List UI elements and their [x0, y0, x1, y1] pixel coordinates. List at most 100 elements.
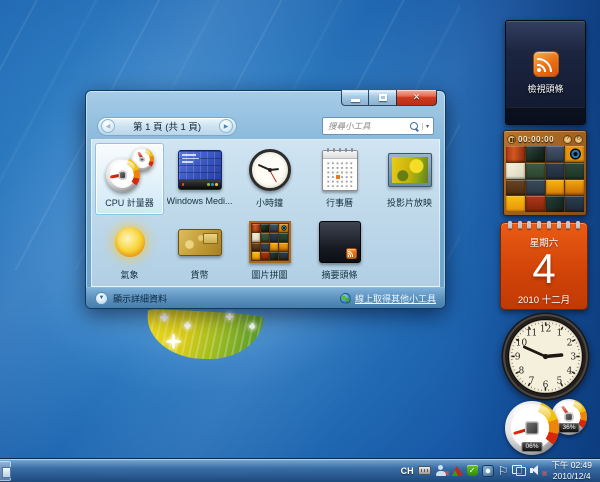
puzzle-tile[interactable] [526, 180, 545, 196]
gadget-tile-calendar[interactable]: 行事曆 [305, 143, 374, 215]
puzzle-tile[interactable] [546, 196, 565, 212]
currency-icon [175, 219, 225, 265]
puzzle-tile [279, 233, 287, 241]
gadget-grid: CPU 計量器 Windows Medi... 小時鐘 行事曆 [91, 139, 440, 287]
svg-text:1: 1 [557, 328, 563, 338]
puzzle-tile[interactable] [565, 196, 584, 212]
media-center-icon [175, 147, 225, 193]
gadget-tile-weather[interactable]: 氣象 [95, 215, 164, 287]
online-link-text[interactable]: 線上取得其他小工具 [355, 292, 436, 305]
puzzle-tile[interactable] [546, 180, 565, 196]
clock-gadget[interactable]: 121234567891011 [501, 312, 590, 401]
action-center-flag-icon[interactable]: ⚐ [498, 465, 509, 477]
puzzle-tile [252, 224, 260, 232]
globe-icon [340, 293, 351, 304]
feed-headlines-gadget[interactable]: 檢視頭條 [505, 20, 586, 125]
cpu-value: 06% [521, 442, 542, 452]
puzzle-tile [270, 233, 278, 241]
update-icon[interactable] [482, 465, 494, 477]
gadget-tile-clock[interactable]: 小時鐘 [235, 143, 304, 215]
tray-time: 下午 02:49 [551, 460, 592, 471]
taskbar[interactable]: CH ✕ ✓ ⚐ ✕ 下午 02:49 2010/12/4 [0, 458, 600, 482]
puzzle-help-button[interactable]: ? [563, 135, 572, 144]
gadget-tile-slideshow[interactable]: 投影片放映 [375, 143, 440, 215]
puzzle-tile [279, 243, 287, 251]
prev-page-button[interactable]: ◀ [101, 119, 115, 133]
puzzle-tile[interactable] [546, 146, 565, 162]
search-icon[interactable] [410, 122, 419, 131]
calendar-gadget[interactable]: 星期六 4 2010 十二月 [500, 222, 588, 310]
svg-text:3: 3 [570, 353, 576, 363]
wallpaper-logo-leaf [146, 309, 264, 361]
get-more-gadgets-link[interactable]: 線上取得其他小工具 [340, 292, 436, 305]
cpu-meter-gadget[interactable]: 36% 06% [499, 397, 595, 458]
puzzle-tile[interactable] [506, 196, 525, 212]
puzzle-tile[interactable] [565, 180, 584, 196]
gadget-tile-picture-puzzle[interactable]: 圖片拼圖 [235, 215, 304, 287]
next-page-button[interactable]: ▶ [219, 119, 233, 133]
search-input[interactable] [328, 121, 407, 131]
clock-icon [245, 147, 295, 193]
puzzle-tile[interactable] [526, 146, 545, 162]
gadget-tile-feed-headlines[interactable]: 摘要頭條 [305, 215, 374, 287]
gadget-label: 行事曆 [326, 196, 353, 209]
puzzle-tile[interactable] [526, 196, 545, 212]
puzzle-tile[interactable] [526, 163, 545, 179]
show-details-toggle[interactable]: ▼ 顯示詳細資料 [95, 292, 167, 305]
gadget-search-box[interactable]: ▾ [322, 117, 434, 135]
maximize-button[interactable] [369, 90, 396, 106]
system-tray: CH ✕ ✓ ⚐ ✕ 下午 02:49 2010/12/4 [401, 459, 600, 482]
puzzle-shuffle-button[interactable]: ↻ [574, 135, 583, 144]
puzzle-tile[interactable] [506, 163, 525, 179]
close-button[interactable]: ✕ [396, 90, 437, 106]
puzzle-tile[interactable] [506, 146, 525, 162]
gallery-toolbar: ◀ 第 1 頁 (共 1 頁) ▶ ▾ [86, 113, 445, 139]
gallery-footer: ▼ 顯示詳細資料 線上取得其他小工具 [86, 287, 445, 308]
pause-icon[interactable] [507, 135, 516, 144]
svg-text:9: 9 [515, 353, 521, 363]
feed-headlines-icon [315, 219, 365, 265]
puzzle-tile [270, 252, 278, 260]
network-icon[interactable] [512, 465, 526, 476]
gadget-label: 摘要頭條 [321, 268, 357, 281]
minimize-button[interactable] [341, 90, 369, 106]
rss-icon [533, 51, 559, 77]
tray-clock[interactable]: 下午 02:49 2010/12/4 [548, 460, 595, 481]
window-titlebar[interactable]: ✕ [86, 91, 445, 113]
puzzle-tile[interactable] [546, 163, 565, 179]
puzzle-tile [261, 224, 269, 232]
memory-value: 36% [558, 423, 579, 433]
keyboard-icon[interactable] [418, 466, 431, 475]
puzzle-tile [261, 252, 269, 260]
gadget-label: 氣象 [120, 268, 138, 281]
puzzle-tile [279, 224, 287, 232]
puzzle-header: 00:00:00 ? ↻ [506, 133, 584, 145]
puzzle-tile[interactable] [565, 146, 584, 162]
gadget-label: 投影片放映 [387, 196, 432, 209]
gadget-label: CPU 計量器 [105, 196, 154, 209]
user-offline-icon[interactable]: ✕ [435, 465, 447, 476]
feed-gadget-label: 檢視頭條 [506, 82, 585, 95]
search-caret-icon[interactable]: ▾ [422, 123, 429, 130]
puzzle-timer: 00:00:00 [518, 135, 561, 144]
gadget-tile-media-center[interactable]: Windows Medi... [165, 143, 234, 215]
gadget-tile-currency[interactable]: 貨幣 [165, 215, 234, 287]
picture-puzzle-gadget[interactable]: 00:00:00 ? ↻ [503, 130, 587, 216]
svg-text:5: 5 [557, 377, 563, 387]
svg-text:4: 4 [567, 366, 573, 376]
puzzle-tile[interactable] [565, 163, 584, 179]
puzzle-tile[interactable] [506, 180, 525, 196]
security-check-icon[interactable]: ✓ [467, 465, 478, 476]
volume-muted-icon[interactable]: ✕ [530, 465, 544, 476]
maximize-icon [379, 94, 387, 101]
gadget-tile-cpu-meter[interactable]: CPU 計量器 [95, 143, 164, 215]
gadget-label: Windows Medi... [167, 196, 233, 206]
cpu-meter-icon [105, 147, 155, 193]
gadget-label: 小時鐘 [256, 196, 283, 209]
cpu-gauge: 06% [505, 401, 559, 455]
svg-text:6: 6 [543, 380, 549, 390]
taskbar-button-partial[interactable] [0, 461, 11, 481]
svg-text:11: 11 [526, 328, 538, 338]
graph-tray-icon[interactable] [451, 465, 463, 476]
language-indicator[interactable]: CH [401, 466, 414, 476]
